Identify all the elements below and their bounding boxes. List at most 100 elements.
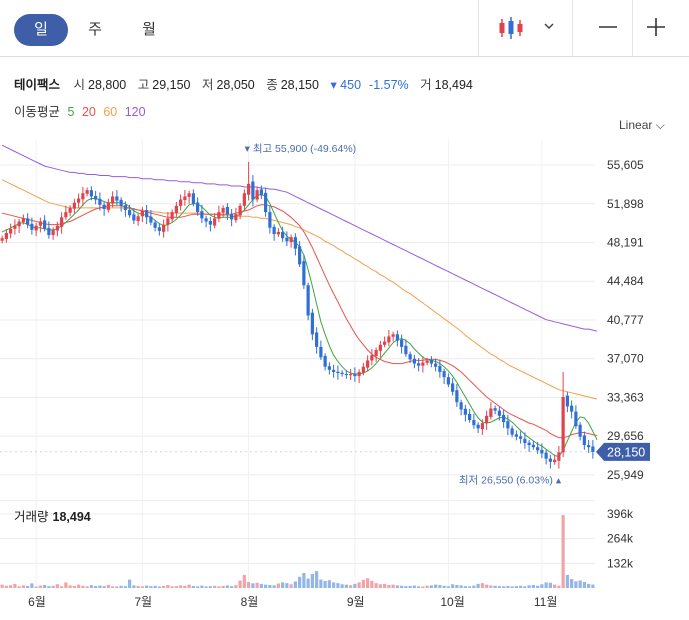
volume-tick-label: 132k: [607, 556, 634, 570]
candle-body: [298, 246, 302, 265]
volume-value: 18,494: [434, 78, 473, 92]
candle-body: [502, 414, 506, 423]
tab-week[interactable]: 주: [80, 14, 110, 46]
candle-body: [60, 217, 64, 227]
volume-bar: [374, 583, 378, 588]
volume-bar: [196, 586, 200, 588]
volume-bar: [94, 585, 98, 588]
candle-body: [417, 363, 421, 366]
candle-body: [4, 232, 8, 239]
tab-day[interactable]: 일: [14, 14, 68, 46]
candle-body: [565, 395, 569, 407]
candle-body: [527, 442, 531, 446]
volume-bar: [506, 585, 510, 588]
candle-body: [247, 183, 251, 195]
volume-bar: [434, 584, 438, 588]
candle-body: [421, 362, 425, 366]
y-tick-label: 33,363: [607, 390, 644, 404]
volume-bar: [17, 586, 21, 588]
volume-bar: [47, 586, 51, 588]
volume-bar: [459, 585, 463, 588]
candle-body: [506, 421, 510, 429]
volume-bar: [255, 582, 259, 588]
candle-body: [225, 206, 229, 215]
candle-body: [472, 420, 476, 426]
candle-body: [404, 345, 408, 355]
volume-bar: [162, 585, 166, 588]
stock-chart[interactable]: 55,605 51,898 48,191 44,484 40,777 37,070 33,3…: [0, 140, 689, 620]
candle-body: [251, 181, 255, 200]
toolbar-divider: [478, 0, 479, 56]
volume-bar: [174, 586, 178, 588]
y-tick-label: 51,898: [607, 197, 644, 211]
volume-bar: [489, 585, 493, 588]
close-label: 종: [266, 78, 278, 92]
candle-body: [400, 339, 404, 347]
stock-name: 테이팩스: [14, 78, 61, 92]
volume-bar: [302, 573, 306, 588]
x-tick-label: 6월: [28, 595, 46, 609]
candle-body: [459, 402, 463, 410]
y-tick-label: 44,484: [607, 274, 644, 288]
candle-body: [115, 196, 119, 201]
candle-body: [30, 223, 34, 230]
candle-body: [463, 408, 467, 415]
candle-body: [544, 452, 548, 459]
volume-tick-label: 264k: [607, 532, 634, 546]
tab-month[interactable]: 월: [134, 14, 164, 46]
candle-body: [276, 231, 280, 235]
x-tick-label: 8월: [241, 595, 259, 609]
candle-body: [340, 372, 344, 375]
candle-body: [582, 435, 586, 446]
volume-bar: [123, 586, 127, 588]
volume-bar: [221, 585, 225, 588]
candle-body: [272, 226, 276, 235]
minus-icon[interactable]: [597, 14, 619, 40]
candle-body: [468, 413, 472, 420]
plus-icon[interactable]: [644, 14, 668, 40]
volume-bar: [561, 515, 565, 588]
volume-bar: [259, 583, 263, 588]
volume-bar: [204, 586, 208, 588]
candle-body: [548, 458, 552, 462]
volume-bar: [191, 585, 195, 588]
volume-bar: [217, 586, 221, 588]
candle-body: [429, 359, 433, 364]
candle-body: [17, 221, 21, 227]
candle-body: [242, 193, 246, 206]
candlestick-icon[interactable]: [498, 16, 524, 40]
high-value: 29,150: [152, 78, 191, 92]
candle-body: [132, 214, 136, 221]
candle-body: [179, 199, 183, 206]
volume-bar: [111, 586, 115, 588]
volume-bar: [510, 586, 514, 588]
ma-120-label: 120: [124, 105, 146, 119]
scale-selector[interactable]: Linear ⌵: [619, 118, 665, 133]
chevron-down-icon[interactable]: [543, 20, 555, 32]
volume-bar: [395, 585, 399, 588]
volume-bar: [213, 585, 217, 588]
volume-bar: [540, 584, 544, 588]
candle-body: [72, 202, 76, 209]
candle-body: [434, 363, 438, 367]
candle-body: [166, 218, 170, 225]
volume-bar: [51, 585, 55, 588]
candle-body: [238, 205, 242, 216]
volume-bar: [548, 582, 552, 588]
candle-body: [111, 196, 115, 204]
volume-bar: [357, 582, 361, 588]
y-tick-label: 25,949: [607, 468, 644, 482]
candle-body: [230, 214, 234, 220]
candle-body: [391, 334, 395, 337]
volume-bar: [327, 580, 331, 588]
candle-body: [43, 220, 47, 229]
volume-bar: [315, 571, 319, 588]
volume-bar: [310, 573, 314, 588]
candle-body: [221, 207, 225, 213]
volume-bar: [408, 585, 412, 588]
candle-body: [336, 371, 340, 373]
candle-body: [310, 312, 314, 335]
volume-bar: [404, 586, 408, 588]
candle-body: [570, 405, 574, 412]
volume-bar: [553, 584, 557, 588]
